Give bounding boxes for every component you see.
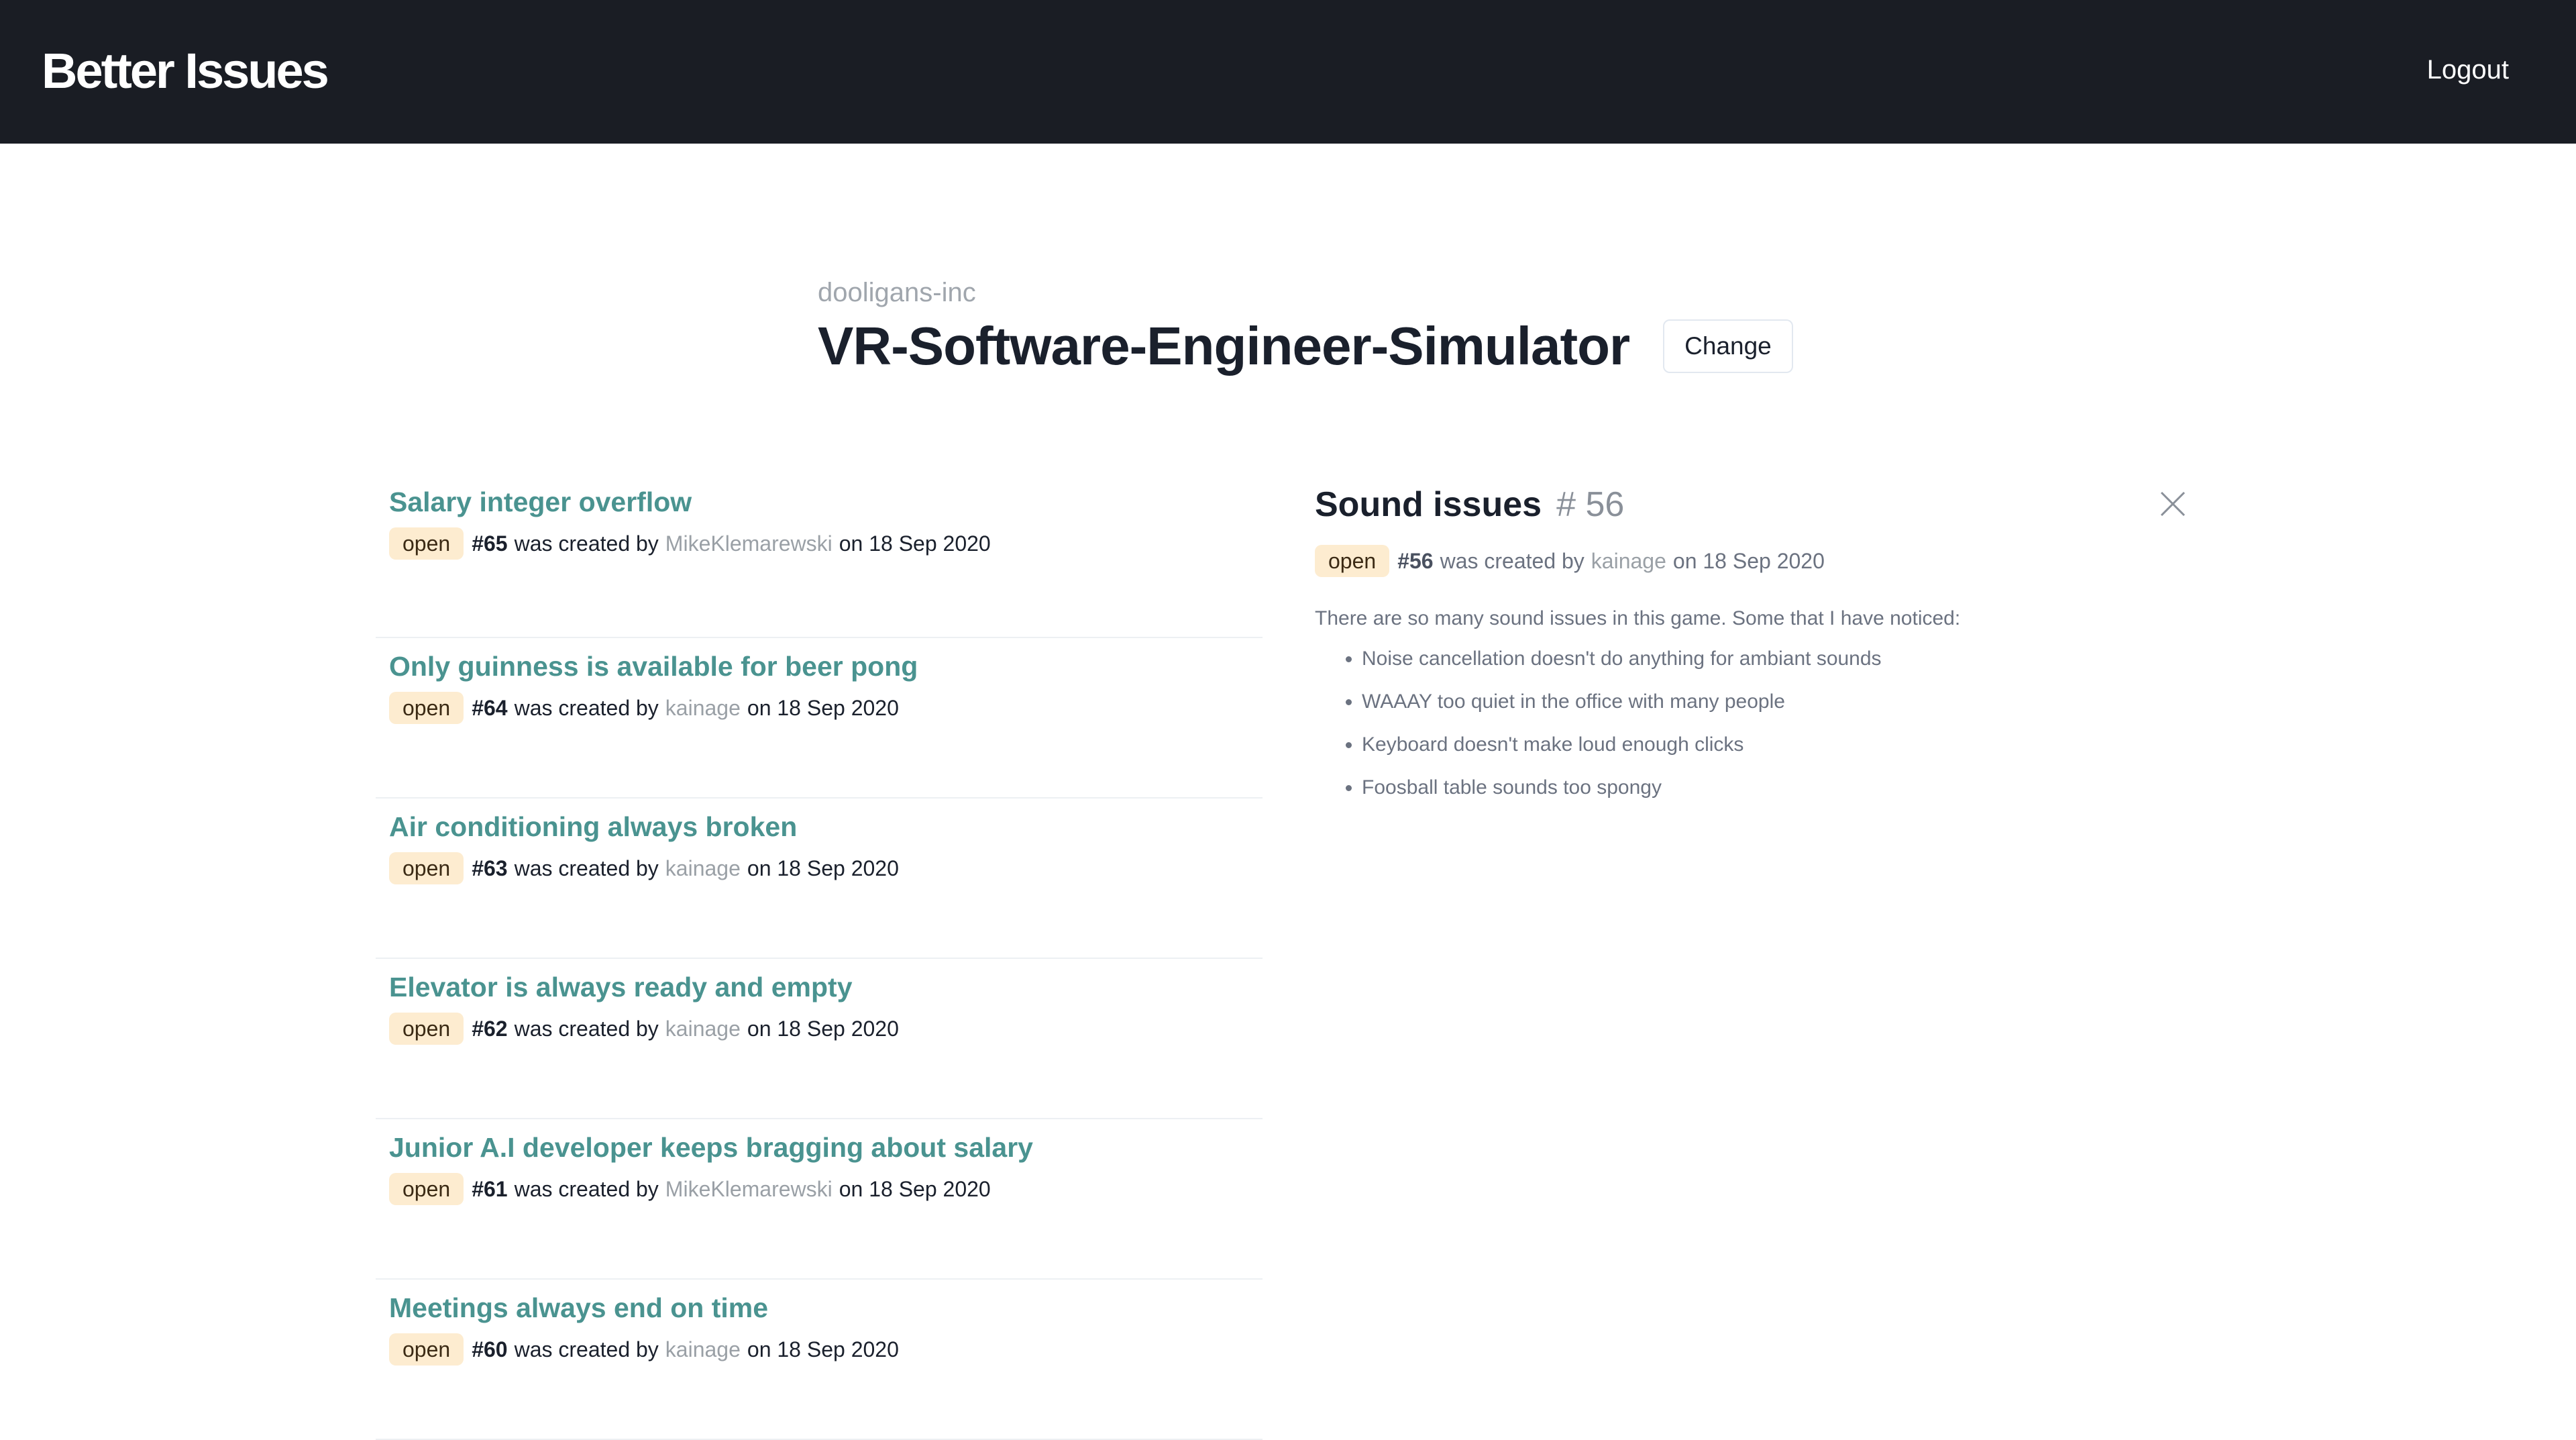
author-link[interactable]: kainage (665, 854, 741, 883)
bullet-item: Noise cancellation doesn't do anything f… (1362, 644, 2187, 674)
status-badge: open (1315, 545, 1390, 577)
issue-title-link[interactable]: Elevator is always ready and empty (389, 959, 1263, 1006)
issue-title-link[interactable]: Salary integer overflow (389, 478, 1263, 521)
status-badge: open (389, 852, 464, 884)
logout-link[interactable]: Logout (2427, 52, 2509, 87)
issue-list-item[interactable]: Only guinness is available for beer pong… (376, 638, 1263, 799)
issue-number: #60 (472, 1337, 508, 1361)
issue-meta: open #65 was created by MikeKlemarewski … (389, 527, 1263, 560)
close-icon[interactable] (2159, 490, 2187, 518)
change-repo-button[interactable]: Change (1663, 319, 1793, 373)
detail-body: There are so many sound issues in this g… (1315, 604, 2187, 803)
bullet-item: Keyboard doesn't make loud enough clicks (1362, 730, 2187, 760)
created-date: on 18 Sep 2020 (839, 1177, 991, 1201)
detail-intro: There are so many sound issues in this g… (1315, 607, 1961, 629)
status-badge: open (389, 1013, 464, 1045)
issue-list-item[interactable]: Salary integer overflow open #65 was cre… (376, 478, 1263, 638)
created-date: on 18 Sep 2020 (747, 856, 899, 880)
detail-header: Sound issues # 56 (1315, 478, 2187, 531)
status-badge: open (389, 527, 464, 560)
issue-number: #56 (1397, 549, 1434, 573)
repo-header: dooligans-inc VR-Software-Engineer-Simul… (818, 275, 1793, 378)
created-date: on 18 Sep 2020 (747, 1017, 899, 1041)
created-date: on 18 Sep 2020 (839, 531, 991, 556)
issue-meta: open #60 was created by kainage on 18 Se… (389, 1333, 1263, 1366)
issue-number: #63 (472, 856, 508, 880)
author-link[interactable]: kainage (1591, 546, 1666, 576)
top-navbar: Better Issues Logout (0, 0, 2576, 144)
issue-number: #62 (472, 1017, 508, 1041)
issue-list-item[interactable]: Elevator is always ready and empty open … (376, 959, 1263, 1119)
detail-bullet-list: Noise cancellation doesn't do anything f… (1315, 644, 2187, 803)
author-link[interactable]: MikeKlemarewski (665, 529, 833, 558)
issue-list-item[interactable]: Meetings always end on time open #60 was… (376, 1280, 1263, 1440)
status-badge: open (389, 1173, 464, 1205)
created-by-text: was created by (514, 696, 659, 720)
issue-list-item[interactable]: Junior A.I developer keeps bragging abou… (376, 1119, 1263, 1280)
issue-title-link[interactable]: Junior A.I developer keeps bragging abou… (389, 1119, 1263, 1166)
repo-name: VR-Software-Engineer-Simulator (818, 316, 1630, 376)
status-badge: open (389, 1333, 464, 1366)
created-date: on 18 Sep 2020 (1672, 549, 1825, 573)
status-badge: open (389, 692, 464, 724)
created-date: on 18 Sep 2020 (747, 1337, 899, 1361)
created-by-text: was created by (514, 531, 659, 556)
issue-number: #61 (472, 1177, 508, 1201)
issue-meta: open #61 was created by MikeKlemarewski … (389, 1173, 1263, 1205)
author-link[interactable]: kainage (665, 1335, 741, 1364)
issue-title-link[interactable]: Only guinness is available for beer pong (389, 638, 1263, 685)
created-by-text: was created by (1440, 549, 1585, 573)
bullet-item: WAAAY too quiet in the office with many … (1362, 687, 2187, 717)
issue-list-item[interactable]: Air conditioning always broken open #63 … (376, 799, 1263, 959)
bullet-item: Foosball table sounds too spongy (1362, 773, 2187, 803)
created-by-text: was created by (514, 856, 659, 880)
created-by-text: was created by (514, 1337, 659, 1361)
detail-title: Sound issues (1315, 485, 1542, 524)
issue-title-link[interactable]: Meetings always end on time (389, 1280, 1263, 1327)
issue-title-link[interactable]: Air conditioning always broken (389, 799, 1263, 845)
created-by-text: was created by (514, 1017, 659, 1041)
issue-meta: open #63 was created by kainage on 18 Se… (389, 852, 1263, 884)
issue-meta: open #62 was created by kainage on 18 Se… (389, 1013, 1263, 1045)
repo-title-row: VR-Software-Engineer-Simulator Change (818, 314, 1793, 378)
author-link[interactable]: kainage (665, 693, 741, 723)
author-link[interactable]: kainage (665, 1014, 741, 1043)
org-name: dooligans-inc (818, 278, 976, 307)
created-date: on 18 Sep 2020 (747, 696, 899, 720)
detail-number: # 56 (1556, 485, 1625, 524)
issue-detail-panel: Sound issues # 56 open #56 was created b… (1315, 478, 2187, 816)
issue-meta: open #64 was created by kainage on 18 Se… (389, 692, 1263, 724)
issue-list: Salary integer overflow open #65 was cre… (376, 478, 1263, 1440)
author-link[interactable]: MikeKlemarewski (665, 1174, 833, 1204)
issue-number: #64 (472, 696, 508, 720)
detail-meta: open #56 was created by kainage on 18 Se… (1315, 545, 2187, 577)
app-logo[interactable]: Better Issues (42, 39, 329, 103)
issue-number: #65 (472, 531, 508, 556)
created-by-text: was created by (514, 1177, 659, 1201)
